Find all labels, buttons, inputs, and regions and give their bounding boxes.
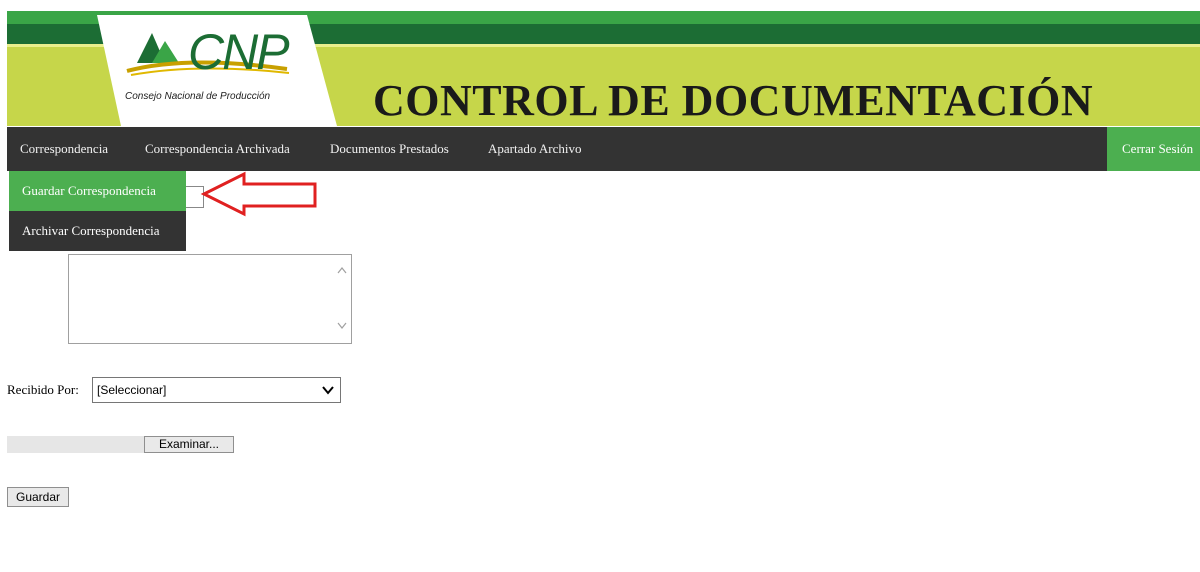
page-title: CONTROL DE DOCUMENTACIÓN: [373, 76, 1094, 125]
menu-item-guardar-correspondencia[interactable]: Guardar Correspondencia: [9, 171, 186, 211]
nav-item-correspondencia[interactable]: Correspondencia: [20, 127, 108, 171]
browse-button[interactable]: Examinar...: [144, 436, 234, 453]
description-textarea[interactable]: [68, 254, 352, 344]
correspondencia-dropdown: Guardar Correspondencia Archivar Corresp…: [9, 171, 186, 251]
logo-mark-text: CNP: [188, 24, 290, 80]
header-banner: CNP Consejo Nacional de Producción CONTR…: [7, 11, 1200, 126]
nav-item-apartado-archivo[interactable]: Apartado Archivo: [488, 127, 582, 171]
scroll-up-icon[interactable]: [336, 265, 348, 277]
scroll-down-icon[interactable]: [336, 319, 348, 331]
nav-item-documentos-prestados[interactable]: Documentos Prestados: [330, 127, 449, 171]
file-upload-field[interactable]: Examinar...: [7, 436, 234, 453]
recibido-por-select[interactable]: [Seleccionar]: [92, 377, 341, 403]
nav-item-correspondencia-archivada[interactable]: Correspondencia Archivada: [145, 127, 290, 171]
logout-button[interactable]: Cerrar Sesión: [1107, 127, 1200, 171]
menu-item-archivar-correspondencia[interactable]: Archivar Correspondencia: [9, 211, 186, 251]
chevron-down-icon: [322, 386, 334, 395]
save-button[interactable]: Guardar: [7, 487, 69, 507]
logo-subtitle: Consejo Nacional de Producción: [125, 91, 271, 102]
main-nav: Correspondencia Correspondencia Archivad…: [7, 127, 1200, 171]
annotation-arrow-icon: [200, 171, 317, 217]
recibido-por-label: Recibido Por:: [7, 382, 79, 397]
file-path-display: [7, 436, 144, 453]
recibido-por-value: [Seleccionar]: [97, 383, 167, 397]
